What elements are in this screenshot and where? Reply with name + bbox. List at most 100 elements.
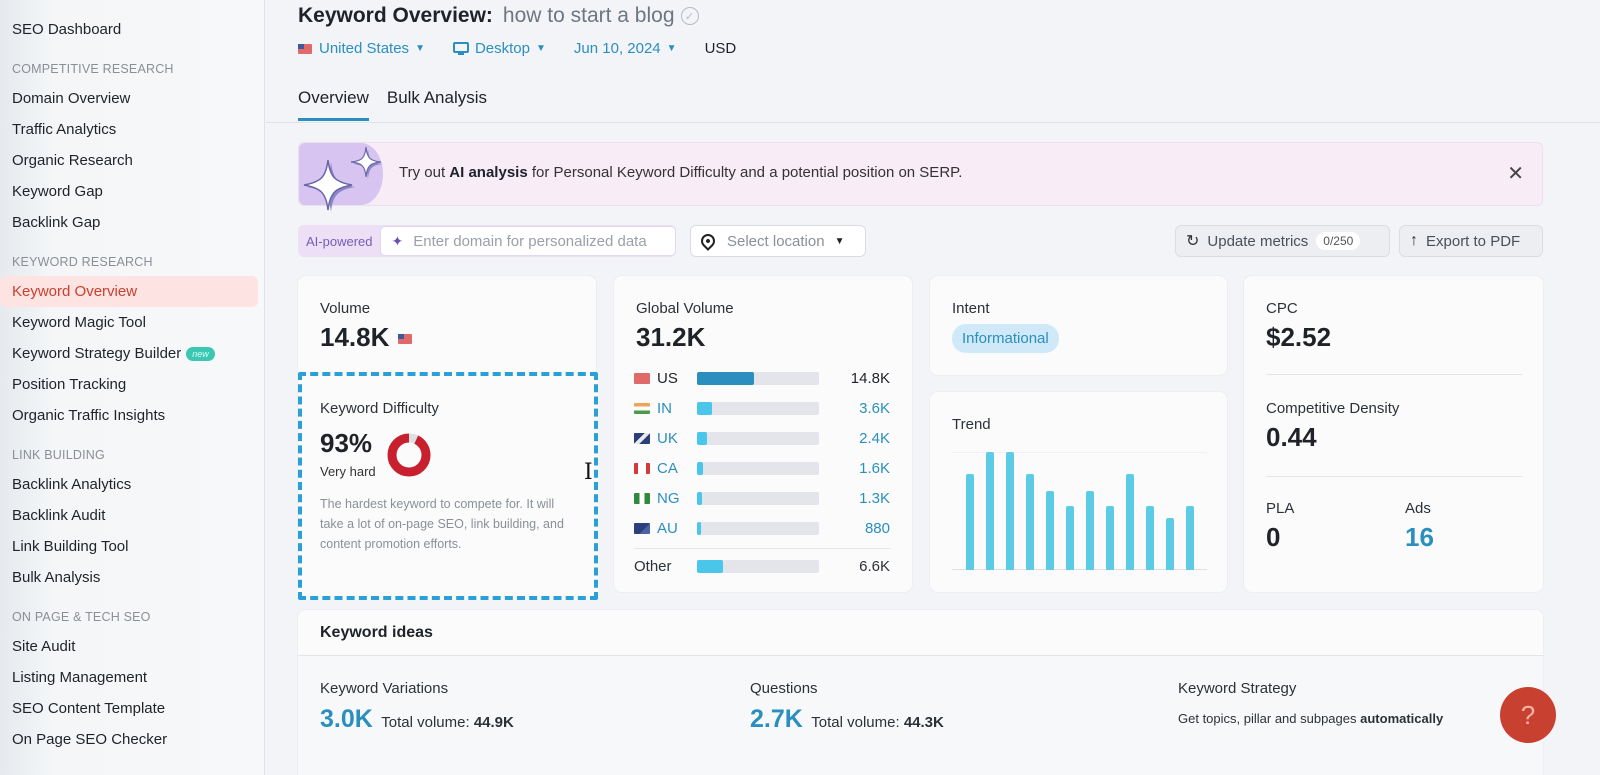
trend-bar[interactable]: [1026, 474, 1034, 570]
trend-bar[interactable]: [1166, 518, 1174, 570]
sidebar-item-backlink-analytics[interactable]: Backlink Analytics: [0, 469, 258, 500]
trend-bar[interactable]: [1066, 506, 1074, 570]
keyword-variations-count[interactable]: 3.0K: [320, 705, 373, 733]
trend-bar[interactable]: [986, 452, 994, 570]
date-label: Jun 10, 2024: [573, 40, 661, 57]
country-code[interactable]: AU: [657, 520, 693, 537]
trend-bar[interactable]: [1126, 474, 1134, 570]
tab-bulk-analysis[interactable]: Bulk Analysis: [387, 88, 487, 121]
trend-bar[interactable]: [966, 474, 974, 570]
trend-card: Trend: [930, 392, 1227, 592]
sidebar-item-on-page-seo-checker[interactable]: On Page SEO Checker: [0, 724, 258, 755]
global-volume-row: NG 1.3K: [634, 488, 890, 508]
sidebar-item-backlink-audit[interactable]: Backlink Audit: [0, 500, 258, 531]
page-title: Keyword Overview:: [298, 4, 493, 27]
help-button[interactable]: ?: [1500, 687, 1556, 743]
country-volume-bar: [697, 491, 819, 505]
sidebar-item-organic-research[interactable]: Organic Research: [0, 145, 258, 176]
trend-bar[interactable]: [1186, 506, 1194, 570]
trend-bar[interactable]: [1086, 490, 1094, 570]
country-volume-value[interactable]: 1.6K: [859, 460, 890, 477]
density-label: Competitive Density: [1266, 400, 1400, 417]
update-metrics-label: Update metrics: [1207, 232, 1309, 250]
keyword-difficulty-highlight[interactable]: Keyword Difficulty 93% Very hard The har…: [298, 372, 598, 600]
sidebar-item-seo-dashboard[interactable]: SEO Dashboard: [0, 14, 258, 45]
sidebar-item-site-audit[interactable]: Site Audit: [0, 631, 258, 662]
global-volume-other-row: Other 6.6K: [634, 556, 890, 576]
country-volume-bar-fill: [697, 431, 707, 445]
total-volume-label: Total volume:: [811, 714, 900, 731]
total-volume-value: 44.3K: [903, 714, 944, 731]
total-volume-value: 44.9K: [473, 714, 514, 731]
ai-promo-banner: Try out AI analysis for Personal Keyword…: [298, 142, 1543, 212]
kd-value: 93%: [320, 428, 373, 458]
sparkle-small-icon: [350, 146, 383, 179]
date-dropdown[interactable]: Jun 10, 2024 ▼: [574, 40, 677, 57]
new-badge: new: [186, 346, 215, 361]
sidebar-section-title: LINK BUILDING: [12, 448, 105, 462]
chevron-down-icon: ▼: [536, 43, 546, 54]
sidebar-item-keyword-overview[interactable]: Keyword Overview: [0, 276, 258, 307]
domain-input[interactable]: ✦ Enter domain for personalized data: [380, 226, 677, 256]
sidebar-item-traffic-analytics[interactable]: Traffic Analytics: [0, 114, 258, 145]
country-volume-value[interactable]: 880: [865, 520, 890, 537]
volume-value: 14.8K: [320, 322, 390, 352]
country-code[interactable]: UK: [657, 430, 693, 447]
sidebar-item-seo-content-template[interactable]: SEO Content Template: [0, 693, 258, 724]
sidebar-item-backlink-gap[interactable]: Backlink Gap: [0, 207, 258, 238]
close-icon[interactable]: ✕: [1507, 161, 1524, 186]
sidebar-section-title: ON PAGE & TECH SEO: [12, 610, 151, 624]
flag-icon: [634, 432, 650, 444]
sidebar-item-link-building-tool[interactable]: Link Building Tool: [0, 531, 258, 562]
tabs-divider: [266, 122, 1600, 123]
sidebar-item-label: SEO Content Template: [12, 700, 166, 717]
sidebar-item-organic-traffic-insights[interactable]: Organic Traffic Insights: [0, 400, 258, 431]
country-volume-value[interactable]: 3.6K: [859, 400, 890, 417]
country-code[interactable]: NG: [657, 490, 693, 507]
trend-bar[interactable]: [1106, 506, 1114, 570]
device-dropdown[interactable]: Desktop ▼: [452, 40, 546, 57]
sidebar-item-label: Site Audit: [12, 638, 76, 655]
sidebar-item-label: Backlink Analytics: [12, 476, 132, 493]
ads-label: Ads: [1405, 500, 1431, 517]
country-code[interactable]: CA: [657, 460, 693, 477]
questions-count[interactable]: 2.7K: [750, 705, 803, 733]
sidebar-item-bulk-analysis[interactable]: Bulk Analysis: [0, 562, 258, 593]
kd-level: Very hard: [320, 464, 376, 479]
tab-overview[interactable]: Overview: [298, 88, 369, 121]
location-select[interactable]: Select location ▼: [690, 225, 866, 257]
sidebar-item-label: SEO Dashboard: [12, 21, 122, 38]
country-volume-value[interactable]: 14.8K: [851, 370, 890, 387]
update-metrics-button[interactable]: ↻ Update metrics 0/250: [1175, 225, 1390, 257]
country-code[interactable]: IN: [657, 400, 693, 417]
trend-bar[interactable]: [1046, 490, 1054, 570]
keyword-title: how to start a blog: [502, 4, 675, 27]
keyword-strategy-text[interactable]: Get topics, pillar and subpages automati…: [1178, 711, 1443, 726]
intent-badge[interactable]: Informational: [952, 324, 1059, 353]
sidebar-item-label: Domain Overview: [12, 90, 131, 107]
country-volume-bar: [697, 371, 819, 385]
main-content: Keyword Overview: how to start a blog ✓ …: [266, 0, 1600, 775]
sidebar-item-listing-management[interactable]: Listing Management: [0, 662, 258, 693]
update-counter: 0/250: [1316, 232, 1361, 250]
filters-bar: United States ▼ Desktop ▼ Jun 10, 2024 ▼…: [298, 40, 736, 57]
trend-bar[interactable]: [1146, 506, 1154, 570]
banner-text-prefix: Try out: [399, 164, 446, 181]
help-icon: ?: [1520, 699, 1536, 730]
flag-icon: [634, 492, 650, 504]
sidebar-item-domain-overview[interactable]: Domain Overview: [0, 83, 258, 114]
sidebar-item-label: Backlink Audit: [12, 507, 106, 524]
country-volume-value[interactable]: 2.4K: [859, 430, 890, 447]
export-pdf-button[interactable]: ↑ Export to PDF: [1399, 225, 1543, 257]
country-code[interactable]: US: [657, 370, 693, 387]
questions-label: Questions: [750, 680, 818, 697]
trend-bar[interactable]: [1006, 452, 1014, 570]
ads-value[interactable]: 16: [1405, 522, 1434, 553]
sidebar-section-title: KEYWORD RESEARCH: [12, 255, 153, 269]
country-volume-value[interactable]: 1.3K: [859, 490, 890, 507]
sidebar-item-keyword-magic-tool[interactable]: Keyword Magic Tool: [0, 307, 258, 338]
sidebar-item-keyword-gap[interactable]: Keyword Gap: [0, 176, 258, 207]
sidebar-item-keyword-strategy-builder[interactable]: Keyword Strategy Builder new: [0, 338, 258, 369]
country-dropdown[interactable]: United States ▼: [298, 40, 425, 57]
sidebar-item-position-tracking[interactable]: Position Tracking: [0, 369, 258, 400]
